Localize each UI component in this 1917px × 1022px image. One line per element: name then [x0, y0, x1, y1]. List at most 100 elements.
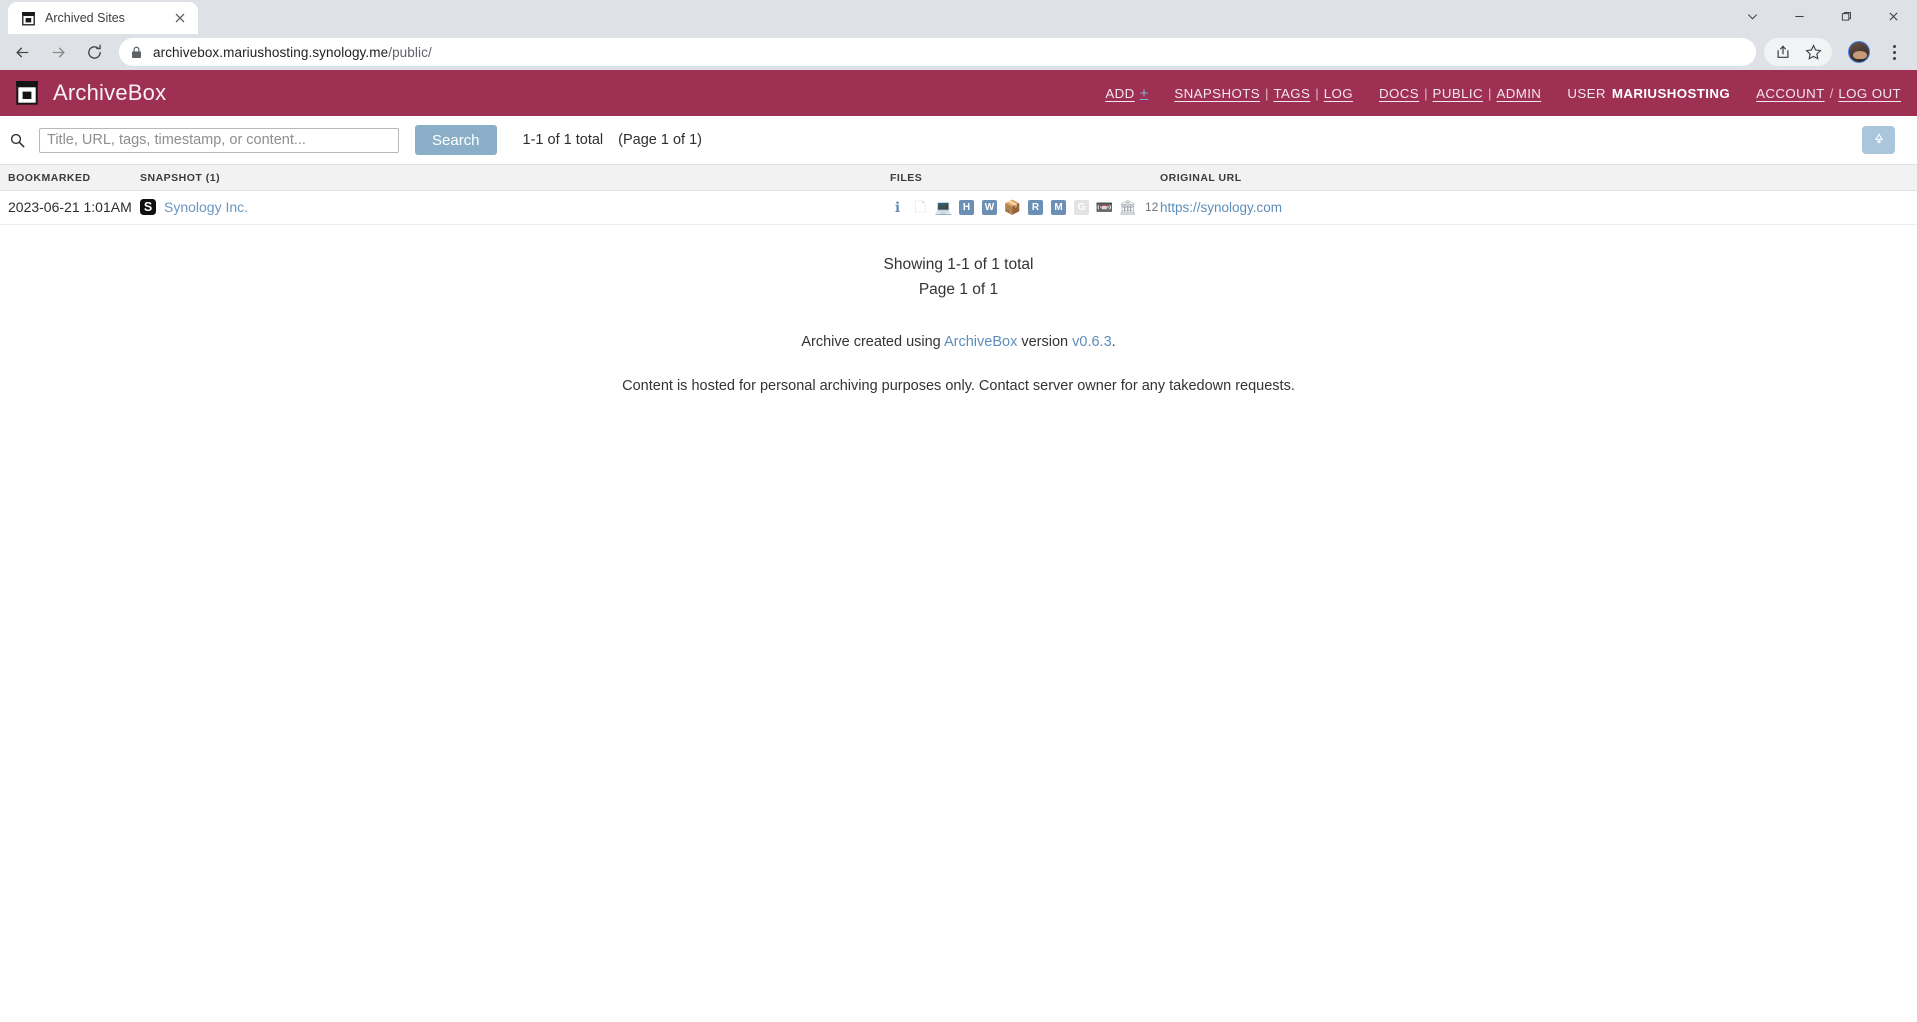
search-input[interactable] [39, 128, 399, 153]
brand[interactable]: ArchiveBox [14, 80, 166, 106]
search-icon [8, 133, 26, 148]
files-count-label: 12 [1145, 200, 1158, 214]
table-row: 2023-06-21 1:01AM S Synology Inc. ℹ 🗋 💻 HW 📦… [0, 191, 1917, 225]
profile-avatar[interactable] [1848, 41, 1870, 63]
nav-link-account[interactable]: ACCOUNT [1756, 86, 1825, 101]
archive-org-icon[interactable]: 🏛 [1120, 200, 1135, 215]
browser-chrome: Archived Sites [0, 0, 1917, 70]
result-summary: 1-1 of 1 total (Page 1 of 1) [523, 132, 702, 148]
maximize-button[interactable] [1823, 0, 1870, 32]
html-badge-icon[interactable]: H [959, 200, 974, 215]
app-header: ArchiveBox ADD + SNAPSHOTS | TAGS | LOG … [0, 70, 1917, 116]
address-bar-url: archivebox.mariushosting.synology.me/pub… [153, 45, 432, 60]
browser-toolbar: archivebox.mariushosting.synology.me/pub… [0, 34, 1917, 70]
nav-link-log[interactable]: LOG [1324, 86, 1353, 101]
takedown-disclaimer: Content is hosted for personal archiving… [0, 378, 1917, 394]
lock-icon [131, 46, 142, 59]
nav-separator: | [1488, 86, 1491, 101]
tab-search-button[interactable] [1729, 0, 1776, 32]
app-nav: ADD + SNAPSHOTS | TAGS | LOG DOCS | PUBL… [1105, 85, 1901, 102]
document-icon[interactable]: 🗋 [913, 200, 928, 215]
column-header-snapshot[interactable]: SNAPSHOT (1) [140, 165, 890, 191]
cell-bookmarked: 2023-06-21 1:01AM [0, 191, 140, 225]
browser-tab-title: Archived Sites [45, 11, 163, 25]
result-count-text: 1-1 of 1 total [523, 132, 604, 148]
table-body: 2023-06-21 1:01AM S Synology Inc. ℹ 🗋 💻 HW 📦… [0, 191, 1917, 225]
nav-group-docs: DOCS | PUBLIC | ADMIN [1379, 86, 1541, 101]
nav-link-public[interactable]: PUBLIC [1433, 86, 1483, 101]
result-page-text: (Page 1 of 1) [618, 132, 702, 148]
media-icon[interactable]: 📼 [1097, 200, 1112, 215]
url-path: /public/ [388, 45, 432, 60]
address-bar[interactable]: archivebox.mariushosting.synology.me/pub… [119, 38, 1756, 66]
nav-link-logout[interactable]: LOG OUT [1838, 86, 1901, 101]
archive-credit: Archive created using ArchiveBox version… [0, 334, 1917, 350]
minimize-button[interactable] [1776, 0, 1823, 32]
showing-total: Showing 1-1 of 1 total [0, 252, 1917, 277]
mercury-badge-icon[interactable]: M [1051, 200, 1066, 215]
star-icon[interactable] [1798, 38, 1828, 66]
page-actions-group [1764, 38, 1832, 66]
archivebox-favicon-icon [20, 10, 36, 26]
original-url-link[interactable]: https://synology.com [1160, 200, 1282, 215]
column-header-original-url[interactable]: ORIGINAL URL [1160, 165, 1917, 191]
plus-icon[interactable]: + [1140, 85, 1149, 102]
arrow-left-icon[interactable] [6, 36, 38, 68]
credit-mid: version [1017, 334, 1072, 350]
archivebox-link[interactable]: ArchiveBox [944, 334, 1017, 350]
screenshot-icon[interactable]: 💻 [936, 200, 951, 215]
nav-link-tags[interactable]: TAGS [1273, 86, 1310, 101]
close-window-button[interactable] [1870, 0, 1917, 32]
search-bar: Search 1-1 of 1 total (Page 1 of 1) [0, 116, 1917, 164]
nav-group-snapshots: SNAPSHOTS | TAGS | LOG [1174, 86, 1353, 101]
nav-separator: | [1315, 86, 1318, 101]
cell-files: ℹ 🗋 💻 HW 📦 RMG 📼 🏛 12 [890, 191, 1160, 225]
nav-link-add[interactable]: ADD [1105, 86, 1134, 101]
recycle-bin-icon[interactable] [1862, 126, 1895, 154]
nav-link-docs[interactable]: DOCS [1379, 86, 1419, 101]
table-header-row: BOOKMARKED SNAPSHOT (1) FILES ORIGINAL U… [0, 165, 1917, 191]
archivebox-logo-icon [14, 80, 40, 106]
nav-current-user: USER MARIUSHOSTING [1567, 86, 1730, 101]
version-link[interactable]: v0.6.3 [1072, 334, 1112, 350]
info-circle-icon[interactable]: ℹ [890, 200, 905, 215]
table-head: BOOKMARKED SNAPSHOT (1) FILES ORIGINAL U… [0, 165, 1917, 191]
snapshot-title-link[interactable]: Synology Inc. [164, 199, 248, 215]
warc-package-icon[interactable]: 📦 [1005, 200, 1020, 215]
site-favicon-icon: S [140, 199, 156, 215]
cell-snapshot: S Synology Inc. [140, 191, 890, 225]
nav-separator-slash: / [1830, 86, 1834, 101]
snapshots-table: BOOKMARKED SNAPSHOT (1) FILES ORIGINAL U… [0, 164, 1917, 225]
brand-name: ArchiveBox [53, 80, 166, 106]
nav-separator: | [1424, 86, 1427, 101]
showing-page: Page 1 of 1 [0, 277, 1917, 302]
nav-link-snapshots[interactable]: SNAPSHOTS [1174, 86, 1260, 101]
reload-icon[interactable] [78, 36, 110, 68]
cell-original-url: https://synology.com [1160, 191, 1917, 225]
kebab-menu-icon[interactable] [1881, 38, 1907, 66]
toolbar-right-actions [1764, 38, 1907, 66]
nav-separator: | [1265, 86, 1268, 101]
url-host: archivebox.mariushosting.synology.me [153, 45, 388, 60]
tabstrip: Archived Sites [0, 0, 1917, 34]
arrow-right-icon[interactable] [42, 36, 74, 68]
browser-tab[interactable]: Archived Sites [8, 2, 198, 34]
nav-link-admin[interactable]: ADMIN [1496, 86, 1541, 101]
git-badge-icon[interactable]: G [1074, 200, 1089, 215]
nav-user-label: USER [1567, 86, 1606, 101]
pagination-summary: Showing 1-1 of 1 total Page 1 of 1 [0, 252, 1917, 302]
credit-suffix: . [1112, 334, 1116, 350]
nav-user-name: MARIUSHOSTING [1612, 86, 1730, 101]
share-icon[interactable] [1768, 38, 1798, 66]
column-header-files[interactable]: FILES [890, 165, 1160, 191]
wget-badge-icon[interactable]: W [982, 200, 997, 215]
window-controls [1729, 0, 1917, 32]
credit-prefix: Archive created using [801, 334, 944, 350]
readability-badge-icon[interactable]: R [1028, 200, 1043, 215]
search-button[interactable]: Search [415, 125, 497, 155]
nav-group-account: ACCOUNT / LOG OUT [1756, 86, 1901, 101]
close-icon[interactable] [172, 10, 188, 26]
file-icons-list: ℹ 🗋 💻 HW 📦 RMG 📼 🏛 12 [890, 200, 1160, 215]
nav-group-add: ADD + [1105, 85, 1148, 102]
column-header-bookmarked[interactable]: BOOKMARKED [0, 165, 140, 191]
